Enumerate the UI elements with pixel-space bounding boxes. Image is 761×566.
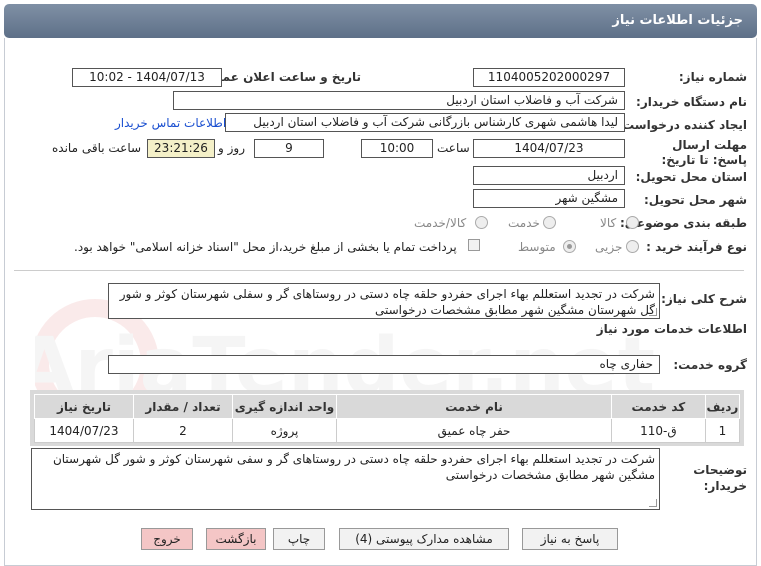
deadline-date-field: 1404/07/23: [473, 139, 625, 158]
table-row: 1 ق-110 حفر چاه عمیق پروژه 2 1404/07/23: [34, 418, 741, 443]
service-group-label: گروه خدمت:: [673, 358, 747, 372]
cell-unit: پروژه: [231, 418, 338, 443]
category-goods-service-label: کالا/خدمت: [414, 216, 467, 230]
cell-code: ق-110: [611, 418, 706, 443]
announce-field: 1404/07/13 - 10:02: [72, 68, 222, 87]
cell-row: 1: [704, 418, 741, 443]
page-title-bar: جزئیات اطلاعات نیاز: [4, 4, 757, 38]
city-field: مشگین شهر: [473, 189, 625, 208]
summary-label: شرح کلی نیاز:: [661, 292, 747, 306]
reply-button[interactable]: پاسخ به نیاز: [522, 528, 618, 550]
remaining-time-field: 23:21:26: [147, 139, 215, 158]
summary-text: شرکت در تجدید استعللم بهاء اجرای حفردو ح…: [119, 287, 655, 317]
time-label: ساعت: [437, 141, 470, 155]
resize-handle: [649, 308, 657, 316]
category-goods-radio[interactable]: [626, 216, 639, 229]
buyer-contact-link[interactable]: اطلاعات تماس خریدار: [115, 116, 226, 130]
deadline-time-field: 10:00: [361, 139, 433, 158]
summary-textarea: شرکت در تجدید استعللم بهاء اجرای حفردو ح…: [108, 283, 660, 319]
creator-field: لیدا هاشمی شهری کارشناس بازرگانی شرکت آب…: [225, 113, 625, 132]
resize-handle: [649, 499, 657, 507]
table-header-row: ردیف کد خدمت نام خدمت واحد اندازه گیری ت…: [34, 394, 741, 419]
buyer-org-field: شرکت آب و فاضلاب استان اردبیل: [173, 91, 625, 110]
col-date-header: تاریخ نیاز: [34, 394, 134, 419]
category-service-radio[interactable]: [543, 216, 556, 229]
services-section-title: اطلاعات خدمات مورد نیاز: [596, 322, 747, 336]
category-label: طبقه بندی موضوعی:: [619, 216, 747, 230]
col-name-header: نام خدمت: [336, 394, 613, 419]
province-label: استان محل تحویل:: [635, 170, 747, 184]
col-qty-header: تعداد / مقدار: [132, 394, 233, 419]
category-goods-service-radio[interactable]: [475, 216, 488, 229]
service-group-field: حفاری چاه: [108, 355, 660, 374]
remaining-label: ساعت باقی مانده: [52, 141, 142, 155]
category-service-label: خدمت: [508, 216, 540, 230]
cell-name: حفر چاه عمیق: [336, 418, 613, 443]
category-goods-label: کالا: [600, 216, 617, 230]
exit-button[interactable]: خروج: [141, 528, 193, 550]
col-unit-header: واحد اندازه گیری: [231, 394, 338, 419]
need-number-label: شماره نیاز:: [678, 70, 747, 84]
services-table: ردیف کد خدمت نام خدمت واحد اندازه گیری ت…: [34, 394, 741, 443]
process-label: نوع فرآیند خرید :: [646, 240, 747, 254]
divider: [14, 270, 744, 271]
process-medium-label: متوسط: [518, 240, 556, 254]
process-medium-radio[interactable]: [563, 240, 576, 253]
buyer-notes-textarea: شرکت در تجدید استعللم بهاء اجرای حفردو ح…: [31, 448, 660, 510]
col-row-header: ردیف: [704, 394, 741, 419]
days-field: 9: [254, 139, 324, 158]
col-code-header: کد خدمت: [611, 394, 706, 419]
payment-note: پرداخت تمام یا بخشی از مبلغ خرید،از محل …: [74, 240, 457, 254]
back-button[interactable]: بازگشت: [206, 528, 266, 550]
creator-label: ایجاد کننده درخواست:: [617, 118, 747, 132]
deadline-label: مهلت ارسال پاسخ: تا تاریخ:: [661, 138, 748, 167]
province-field: اردبیل: [473, 166, 625, 185]
view-attachments-button[interactable]: مشاهده مدارک پیوستی (4): [339, 528, 509, 550]
cell-qty: 2: [132, 418, 233, 443]
buyer-org-label: نام دستگاه خریدار:: [636, 95, 747, 109]
cell-date: 1404/07/23: [34, 418, 134, 443]
need-number-field: 1104005202000297: [473, 68, 625, 87]
print-button[interactable]: چاپ: [273, 528, 325, 550]
days-label: روز و: [218, 141, 245, 155]
process-partial-label: جزیی: [595, 240, 623, 254]
page-title: جزئیات اطلاعات نیاز: [612, 13, 743, 28]
buyer-notes-text: شرکت در تجدید استعللم بهاء اجرای حفردو ح…: [52, 452, 655, 482]
process-partial-radio[interactable]: [626, 240, 639, 253]
city-label: شهر محل تحویل:: [643, 193, 747, 207]
treasury-payment-checkbox[interactable]: [468, 239, 480, 251]
buyer-notes-label: توضیحات خریدار:: [693, 463, 747, 493]
